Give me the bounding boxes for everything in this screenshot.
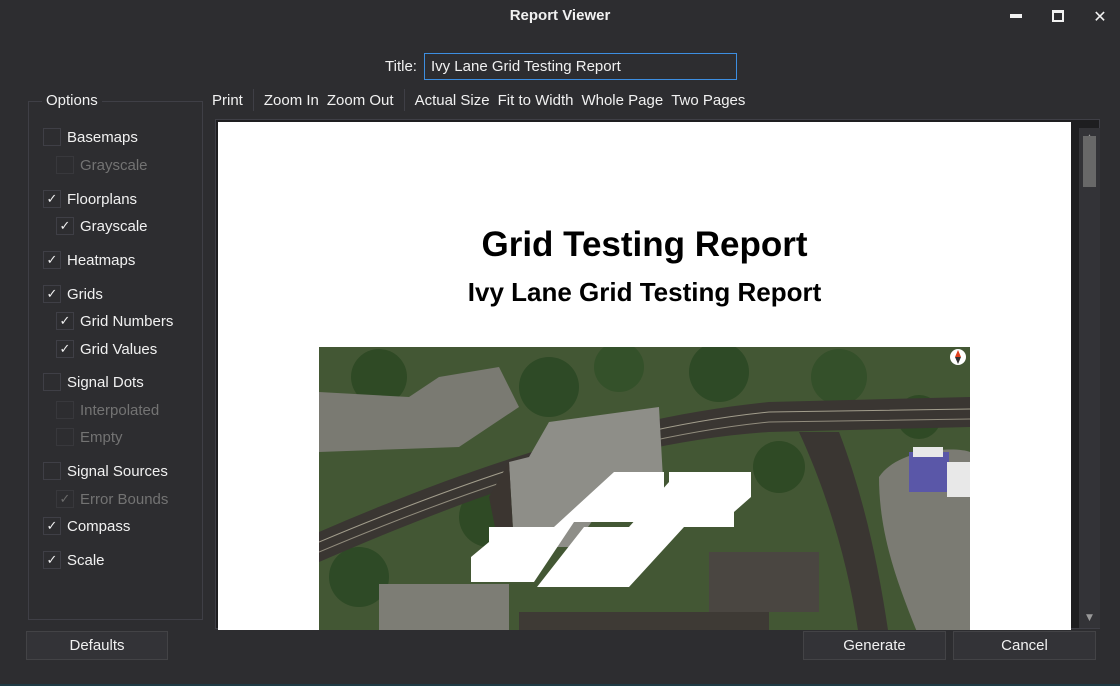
compass-icon <box>950 349 966 365</box>
option-label: Grayscale <box>80 217 148 235</box>
checkbox-unchecked-icon[interactable] <box>43 373 61 391</box>
option-grids[interactable]: ✓ Grids <box>43 284 103 304</box>
report-title: Grid Testing Report <box>481 225 808 264</box>
title-label: Title: <box>385 58 417 75</box>
maximize-button[interactable] <box>1043 4 1073 28</box>
two-pages-button[interactable]: Two Pages <box>667 92 749 109</box>
option-label: Basemaps <box>67 128 138 146</box>
title-row: Title: <box>385 53 737 80</box>
checkbox-checked-icon: ✓ <box>56 490 74 508</box>
zoom-in-button[interactable]: Zoom In <box>260 92 323 109</box>
fit-to-width-button[interactable]: Fit to Width <box>494 92 578 109</box>
option-grayscale-sub: Grayscale <box>56 155 148 175</box>
option-error-bounds-sub: ✓ Error Bounds <box>56 489 168 509</box>
satellite-map <box>319 347 970 630</box>
defaults-button[interactable]: Defaults <box>26 631 168 660</box>
checkbox-checked-icon[interactable]: ✓ <box>43 551 61 569</box>
zoom-out-button[interactable]: Zoom Out <box>323 92 398 109</box>
option-label: Grids <box>67 285 103 303</box>
actual-size-button[interactable]: Actual Size <box>411 92 494 109</box>
option-interpolated-sub: Interpolated <box>56 400 159 420</box>
option-signal-dots[interactable]: Signal Dots <box>43 372 144 392</box>
scroll-thumb[interactable] <box>1083 136 1096 187</box>
checkbox-checked-icon[interactable]: ✓ <box>56 312 74 330</box>
option-label: Floorplans <box>67 190 138 208</box>
checkbox-checked-icon[interactable]: ✓ <box>56 340 74 358</box>
maximize-icon <box>1052 10 1064 22</box>
checkbox-unchecked-icon[interactable] <box>43 128 61 146</box>
checkbox-checked-icon[interactable]: ✓ <box>43 285 61 303</box>
viewer-toolbar: Print Zoom In Zoom Out Actual Size Fit t… <box>208 89 749 111</box>
option-label: Error Bounds <box>80 490 169 508</box>
vertical-scrollbar[interactable]: ▲ ▼ <box>1079 128 1100 628</box>
title-input[interactable] <box>423 53 737 80</box>
checkbox-unchecked-icon <box>56 156 74 174</box>
toolbar-separator <box>252 89 254 111</box>
checkbox-checked-icon[interactable]: ✓ <box>43 251 61 269</box>
option-label: Heatmaps <box>67 251 136 269</box>
option-label: Grid Values <box>80 340 158 358</box>
close-icon: ✕ <box>1093 6 1107 26</box>
option-grid-numbers-sub[interactable]: ✓ Grid Numbers <box>56 311 173 331</box>
checkbox-checked-icon[interactable]: ✓ <box>56 217 74 235</box>
title-bar: Report Viewer ✕ <box>0 0 1120 34</box>
option-grid-values-sub[interactable]: ✓ Grid Values <box>56 339 157 359</box>
option-label: Scale <box>67 551 105 569</box>
checkbox-unchecked-icon <box>56 428 74 446</box>
option-signal-sources[interactable]: Signal Sources <box>43 461 168 481</box>
option-scale[interactable]: ✓ Scale <box>43 550 105 570</box>
scroll-down-icon[interactable]: ▼ <box>1079 610 1100 626</box>
option-empty-sub: Empty <box>56 427 123 447</box>
generate-button[interactable]: Generate <box>803 631 946 660</box>
report-preview[interactable]: Grid Testing Report Ivy Lane Grid Testin… <box>215 119 1100 630</box>
checkbox-checked-icon[interactable]: ✓ <box>43 517 61 535</box>
option-label: Interpolated <box>80 401 160 419</box>
options-legend: Options <box>42 92 102 109</box>
checkbox-unchecked-icon <box>56 401 74 419</box>
toolbar-separator <box>403 89 405 111</box>
option-label: Grid Numbers <box>80 312 174 330</box>
report-subtitle: Ivy Lane Grid Testing Report <box>467 277 822 307</box>
option-label: Compass <box>67 517 131 535</box>
window-title: Report Viewer <box>509 7 611 24</box>
checkbox-checked-icon[interactable]: ✓ <box>43 190 61 208</box>
cancel-button[interactable]: Cancel <box>953 631 1096 660</box>
options-group: Options Basemaps Grayscale ✓ Floorplans ✓ Gra… <box>28 92 203 620</box>
option-floorplans[interactable]: ✓ Floorplans <box>43 189 137 209</box>
option-grayscale-sub[interactable]: ✓ Grayscale <box>56 216 148 236</box>
option-label: Empty <box>80 428 123 446</box>
option-label: Grayscale <box>80 156 148 174</box>
minimize-icon <box>1010 14 1022 18</box>
option-basemaps[interactable]: Basemaps <box>43 127 138 147</box>
option-compass[interactable]: ✓ Compass <box>43 516 130 536</box>
option-label: Signal Sources <box>67 462 168 480</box>
report-page: Grid Testing Report Ivy Lane Grid Testin… <box>218 122 1071 630</box>
checkbox-unchecked-icon[interactable] <box>43 462 61 480</box>
print-button[interactable]: Print <box>208 92 247 109</box>
minimize-button[interactable] <box>1001 4 1031 28</box>
option-heatmaps[interactable]: ✓ Heatmaps <box>43 250 135 270</box>
close-button[interactable]: ✕ <box>1085 4 1115 28</box>
option-label: Signal Dots <box>67 373 144 391</box>
whole-page-button[interactable]: Whole Page <box>577 92 667 109</box>
